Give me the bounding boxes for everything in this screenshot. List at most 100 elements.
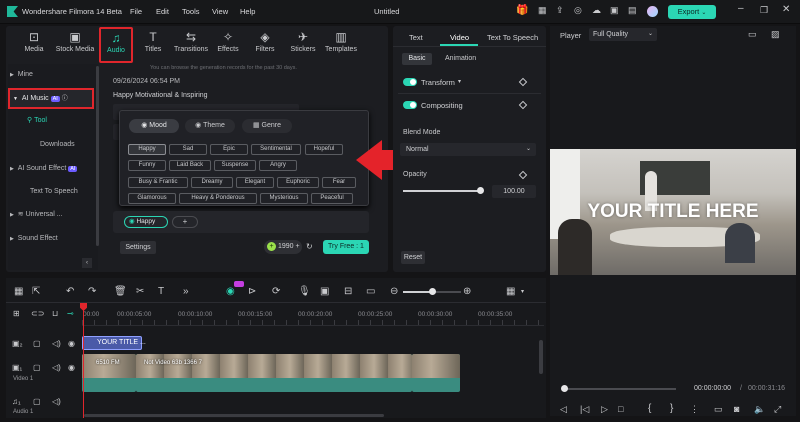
opacity-input[interactable]: 100.00 [492, 185, 536, 198]
more-tools-icon[interactable]: » [183, 286, 189, 297]
mood-tag-happy[interactable]: Happy [128, 144, 166, 155]
reset-button[interactable]: Reset [401, 251, 425, 264]
video-clip[interactable] [412, 354, 460, 392]
volume-icon[interactable]: 🔈 [754, 404, 765, 415]
tab-video[interactable]: Video [450, 33, 469, 42]
sidebar-item-mine[interactable]: ▶ Mine [10, 66, 95, 84]
layout-icon[interactable]: ▤ [628, 5, 637, 16]
tab-titles[interactable]: T Titles [133, 30, 173, 53]
text-tool-icon[interactable]: T [158, 286, 164, 297]
restore-icon[interactable]: ❐ [760, 5, 768, 16]
play-icon[interactable]: ▷ [601, 404, 608, 415]
settings-button[interactable]: Settings [120, 241, 156, 254]
timeline-layout-icon[interactable]: ▦ [506, 286, 515, 297]
eye-icon[interactable]: ◉ [68, 339, 75, 348]
tab-media[interactable]: ⊡ Media [14, 30, 54, 53]
previous-frame-icon[interactable]: ◁ [560, 404, 567, 415]
mood-tag-fear[interactable]: Fear [322, 177, 356, 188]
mood-tag-funny[interactable]: Funny [128, 160, 166, 171]
add-tag-button[interactable]: + [172, 216, 198, 228]
sidebar-item-sound-effect[interactable]: ▶ Sound Effect [10, 230, 95, 248]
tab-text-to-speech[interactable]: Text To Speech [487, 33, 538, 42]
microphone-icon[interactable]: 🎙 [298, 286, 311, 297]
mood-tag-busy-frantic[interactable]: Busy & Frantic [128, 177, 188, 188]
upload-icon[interactable]: ⇪ [556, 5, 564, 16]
tab-audio[interactable]: ♫ Audio [99, 27, 133, 63]
monitor-icon[interactable]: ▭ [714, 404, 723, 415]
theme-tab[interactable]: ◉ Theme [185, 119, 235, 133]
save-icon[interactable]: ▣ [610, 5, 619, 16]
mood-tag-euphoric[interactable]: Euphoric [277, 177, 319, 188]
blend-mode-select[interactable]: Normal ⌄ [400, 143, 536, 156]
record-icon[interactable]: ▭ [366, 286, 375, 297]
mood-tag-sentimental[interactable]: Sentimental [251, 144, 301, 155]
cloud-icon[interactable]: ☁ [592, 5, 601, 16]
cut-icon[interactable]: ✂ [136, 286, 144, 297]
compositing-toggle[interactable] [403, 101, 417, 109]
refresh-icon[interactable]: ↻ [306, 242, 313, 251]
playhead-line[interactable] [83, 304, 84, 418]
chevron-down-icon[interactable]: ▾ [458, 78, 461, 85]
menu-tools[interactable]: Tools [182, 7, 200, 16]
playback-progress[interactable] [564, 388, 676, 390]
genre-tab[interactable]: ▦ Genre [242, 119, 292, 133]
mood-tag-dreamy[interactable]: Dreamy [191, 177, 233, 188]
tab-effects[interactable]: ✧ Effects [208, 30, 248, 53]
timeline-vertical-scrollbar[interactable] [539, 340, 543, 374]
tab-templates[interactable]: ▥ Templates [320, 30, 362, 53]
mood-tag-hopeful[interactable]: Hopeful [305, 144, 343, 155]
add-track-icon[interactable]: ⊞ [13, 309, 20, 318]
try-free-button[interactable]: Try Free : 1 [323, 240, 369, 254]
menu-edit[interactable]: Edit [156, 7, 169, 16]
bracket-in-icon[interactable]: { [648, 403, 651, 414]
mood-tag-elegant[interactable]: Elegant [236, 177, 274, 188]
eye-icon[interactable]: ◉ [68, 363, 75, 372]
tab-text[interactable]: Text [409, 33, 423, 42]
mood-tag-peaceful[interactable]: Peaceful [311, 193, 353, 204]
speaker-icon[interactable]: ◁) [52, 397, 61, 406]
camera-icon[interactable]: ◙ [734, 404, 739, 414]
mood-tag-angry[interactable]: Angry [259, 160, 297, 171]
folder-icon[interactable]: ▢ [33, 339, 41, 348]
tab-filters[interactable]: ◈ Filters [245, 30, 285, 53]
minimize-icon[interactable]: – [738, 3, 744, 14]
mood-tag-mysterious[interactable]: Mysterious [260, 193, 308, 204]
tab-stock-media[interactable]: ▣ Stock Media [54, 30, 96, 53]
mood-tab[interactable]: ◉ Mood [129, 119, 179, 133]
step-back-icon[interactable]: |◁ [580, 404, 589, 415]
undo-icon[interactable]: ↶ [66, 286, 74, 297]
subtab-basic[interactable]: Basic [402, 53, 432, 65]
video-clip[interactable]: Not Video 63b 1366 7 [136, 354, 412, 392]
mood-tag-suspense[interactable]: Suspense [214, 160, 256, 171]
snap-icon[interactable]: ⊸ [67, 309, 74, 318]
tab-stickers[interactable]: ✈ Stickers [283, 30, 323, 53]
close-icon[interactable]: ✕ [782, 4, 790, 15]
export-button[interactable]: Export ⌄ [668, 5, 716, 19]
more-icon[interactable]: ⋮ [690, 404, 699, 415]
sidebar-item-ai-music[interactable]: ▼ AI Music AI ⓘ [8, 88, 94, 109]
sidebar-item-universal[interactable]: ▶ ≋ Universal ... [10, 206, 95, 224]
magnet-icon[interactable]: ⊔ [52, 309, 58, 318]
delete-icon[interactable]: 🗑 [114, 286, 127, 297]
sidebar-item-text-to-speech[interactable]: Text To Speech [30, 183, 115, 201]
opacity-slider-thumb[interactable] [477, 187, 484, 194]
transform-toggle[interactable] [403, 78, 417, 86]
mood-tag-heavy-ponderous[interactable]: Heavy & Ponderous [179, 193, 257, 204]
menu-view[interactable]: View [212, 7, 228, 16]
sidebar-item-tool[interactable]: ⚲ Tool [27, 112, 112, 130]
folder-icon[interactable]: ▢ [33, 397, 41, 406]
auto-sync-icon[interactable]: ⟳ [272, 286, 280, 297]
folder-icon[interactable]: ▢ [33, 363, 41, 372]
select-tool-icon[interactable]: ⇱ [32, 286, 40, 297]
title-clip[interactable]: YOUR TITLE ... [82, 336, 146, 350]
collapse-sidebar-icon[interactable]: ‹ [82, 258, 92, 268]
quality-select[interactable]: Full Quality ⌄ [589, 28, 657, 41]
selected-tag-happy[interactable]: ◉ Happy [124, 216, 168, 228]
mood-tag-epic[interactable]: Epic [210, 144, 248, 155]
menu-file[interactable]: File [130, 7, 142, 16]
play-circle-icon[interactable]: ⊳ [248, 286, 256, 297]
split-screen-icon[interactable]: ⊟ [344, 286, 352, 297]
zoom-out-icon[interactable]: ⊖ [390, 286, 398, 297]
compare-view-icon[interactable]: ▭ [748, 29, 757, 40]
opacity-slider-track[interactable] [403, 187, 484, 194]
